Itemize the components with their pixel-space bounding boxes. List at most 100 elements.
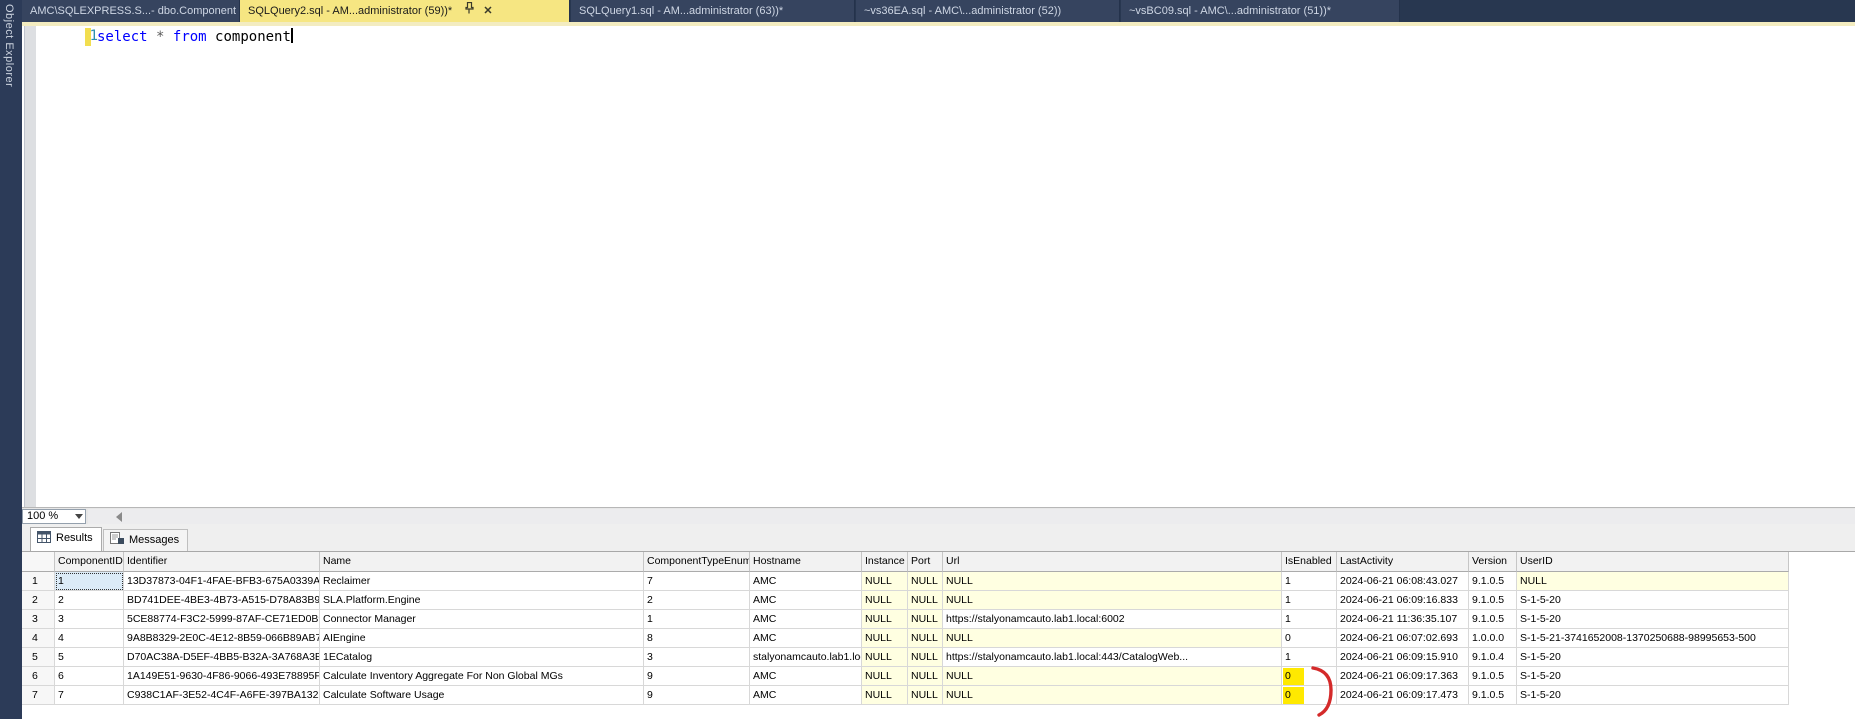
tab-dbo-component[interactable]: AMC\SQLEXPRESS.S...- dbo.Component: [22, 0, 240, 22]
grid-cell[interactable]: 9.1.0.5: [1469, 610, 1517, 629]
grid-cell[interactable]: 9.1.0.5: [1469, 572, 1517, 591]
grid-row-header[interactable]: 4: [22, 629, 55, 648]
grid-column-header[interactable]: Port: [908, 552, 943, 572]
grid-cell[interactable]: 4: [55, 629, 124, 648]
grid-cell[interactable]: https://stalyonamcauto.lab1.local:443/Ca…: [943, 648, 1282, 667]
grid-column-header[interactable]: Version: [1469, 552, 1517, 572]
grid-cell[interactable]: 9A8B8329-2E0C-4E12-8B59-066B89AB7C6A: [124, 629, 320, 648]
grid-cell[interactable]: 2024-06-21 06:09:17.473: [1337, 686, 1469, 705]
horizontal-scrollbar[interactable]: [88, 509, 1855, 524]
grid-cell[interactable]: NULL: [862, 591, 908, 610]
grid-cell[interactable]: 1ECatalog: [320, 648, 644, 667]
grid-corner-header[interactable]: [22, 552, 55, 572]
grid-cell[interactable]: NULL: [908, 629, 943, 648]
grid-column-header[interactable]: UserID: [1517, 552, 1789, 572]
grid-cell[interactable]: 2024-06-21 06:09:15.910: [1337, 648, 1469, 667]
grid-row-header[interactable]: 1: [22, 572, 55, 591]
pin-icon[interactable]: [465, 0, 474, 22]
scroll-left-arrow-icon[interactable]: [116, 512, 122, 522]
tab-sqlquery2[interactable]: SQLQuery2.sql - AM...administrator (59))…: [240, 0, 570, 22]
grid-cell[interactable]: 2: [644, 591, 750, 610]
grid-cell[interactable]: AMC: [750, 572, 862, 591]
object-explorer-tab[interactable]: Object Explorer: [3, 4, 15, 87]
grid-column-header[interactable]: Instance: [862, 552, 908, 572]
grid-cell[interactable]: S-1-5-21-3741652008-1370250688-98995653-…: [1517, 629, 1789, 648]
grid-cell[interactable]: S-1-5-20: [1517, 686, 1789, 705]
grid-row-header[interactable]: 7: [22, 686, 55, 705]
grid-cell[interactable]: 2024-06-21 06:08:43.027: [1337, 572, 1469, 591]
grid-cell[interactable]: Reclaimer: [320, 572, 644, 591]
grid-column-header[interactable]: Name: [320, 552, 644, 572]
grid-cell[interactable]: S-1-5-20: [1517, 667, 1789, 686]
grid-cell[interactable]: Calculate Inventory Aggregate For Non Gl…: [320, 667, 644, 686]
grid-cell[interactable]: 2024-06-21 06:09:17.363: [1337, 667, 1469, 686]
grid-cell[interactable]: NULL: [908, 572, 943, 591]
grid-cell[interactable]: AMC: [750, 610, 862, 629]
sql-code-line[interactable]: select * from component: [97, 28, 293, 47]
tab-vs36ea[interactable]: ~vs36EA.sql - AMC\...administrator (52)): [856, 0, 1120, 22]
close-icon[interactable]: ✕: [483, 5, 492, 17]
grid-row-header[interactable]: 5: [22, 648, 55, 667]
grid-cell[interactable]: 2: [55, 591, 124, 610]
grid-cell[interactable]: 1: [1282, 591, 1337, 610]
grid-cell[interactable]: NULL: [908, 667, 943, 686]
grid-cell[interactable]: 1: [644, 610, 750, 629]
grid-cell[interactable]: 9: [644, 667, 750, 686]
grid-column-header[interactable]: LastActivity: [1337, 552, 1469, 572]
grid-cell[interactable]: NULL: [908, 686, 943, 705]
grid-cell[interactable]: S-1-5-20: [1517, 648, 1789, 667]
grid-cell[interactable]: 9.1.0.5: [1469, 686, 1517, 705]
grid-cell[interactable]: 2024-06-21 11:36:35.107: [1337, 610, 1469, 629]
grid-cell[interactable]: NULL: [862, 667, 908, 686]
grid-cell[interactable]: 2024-06-21 06:09:16.833: [1337, 591, 1469, 610]
grid-cell[interactable]: S-1-5-20: [1517, 591, 1789, 610]
grid-cell[interactable]: 1: [55, 572, 124, 591]
grid-cell[interactable]: 9.1.0.5: [1469, 591, 1517, 610]
grid-cell[interactable]: 5: [55, 648, 124, 667]
grid-cell[interactable]: 3: [55, 610, 124, 629]
grid-cell[interactable]: 1.0.0.0: [1469, 629, 1517, 648]
grid-cell[interactable]: 6: [55, 667, 124, 686]
grid-cell[interactable]: C938C1AF-3E52-4C4F-A6FE-397BA1322849: [124, 686, 320, 705]
grid-cell[interactable]: 13D37873-04F1-4FAE-BFB3-675A0339A6CE: [124, 572, 320, 591]
grid-cell[interactable]: AMC: [750, 667, 862, 686]
grid-column-header[interactable]: Identifier: [124, 552, 320, 572]
tab-messages[interactable]: Messages: [103, 529, 188, 551]
grid-cell[interactable]: AMC: [750, 591, 862, 610]
grid-cell[interactable]: NULL: [943, 629, 1282, 648]
grid-cell[interactable]: NULL: [862, 629, 908, 648]
grid-cell[interactable]: 0: [1282, 629, 1337, 648]
grid-cell[interactable]: 1: [1282, 610, 1337, 629]
grid-cell[interactable]: 9.1.0.4: [1469, 648, 1517, 667]
grid-cell[interactable]: 0: [1282, 686, 1337, 705]
grid-cell[interactable]: NULL: [908, 610, 943, 629]
grid-cell[interactable]: NULL: [862, 686, 908, 705]
grid-cell[interactable]: 7: [55, 686, 124, 705]
grid-cell[interactable]: NULL: [1517, 572, 1789, 591]
grid-cell[interactable]: NULL: [862, 610, 908, 629]
grid-cell[interactable]: NULL: [943, 686, 1282, 705]
grid-cell[interactable]: Calculate Software Usage: [320, 686, 644, 705]
grid-cell[interactable]: NULL: [862, 648, 908, 667]
grid-cell[interactable]: 1: [1282, 648, 1337, 667]
grid-cell[interactable]: AMC: [750, 686, 862, 705]
grid-column-header[interactable]: ComponentID: [55, 552, 124, 572]
grid-cell[interactable]: AMC: [750, 629, 862, 648]
grid-cell[interactable]: BD741DEE-4BE3-4B73-A515-D78A83B90CCA: [124, 591, 320, 610]
query-editor[interactable]: 1 select * from component: [22, 26, 1855, 507]
grid-cell[interactable]: NULL: [862, 572, 908, 591]
grid-cell[interactable]: NULL: [943, 591, 1282, 610]
grid-column-header[interactable]: Url: [943, 552, 1282, 572]
grid-cell[interactable]: 0: [1282, 667, 1337, 686]
grid-cell[interactable]: 5CE88774-F3C2-5999-87AF-CE71ED0B91E3: [124, 610, 320, 629]
grid-cell[interactable]: S-1-5-20: [1517, 610, 1789, 629]
grid-row-header[interactable]: 3: [22, 610, 55, 629]
grid-cell[interactable]: NULL: [943, 572, 1282, 591]
grid-row-header[interactable]: 6: [22, 667, 55, 686]
grid-cell[interactable]: stalyonamcauto.lab1.local: [750, 648, 862, 667]
grid-column-header[interactable]: ComponentTypeEnumID: [644, 552, 750, 572]
grid-cell[interactable]: NULL: [908, 591, 943, 610]
grid-row-header[interactable]: 2: [22, 591, 55, 610]
grid-cell[interactable]: 2024-06-21 06:07:02.693: [1337, 629, 1469, 648]
grid-cell[interactable]: 1: [1282, 572, 1337, 591]
